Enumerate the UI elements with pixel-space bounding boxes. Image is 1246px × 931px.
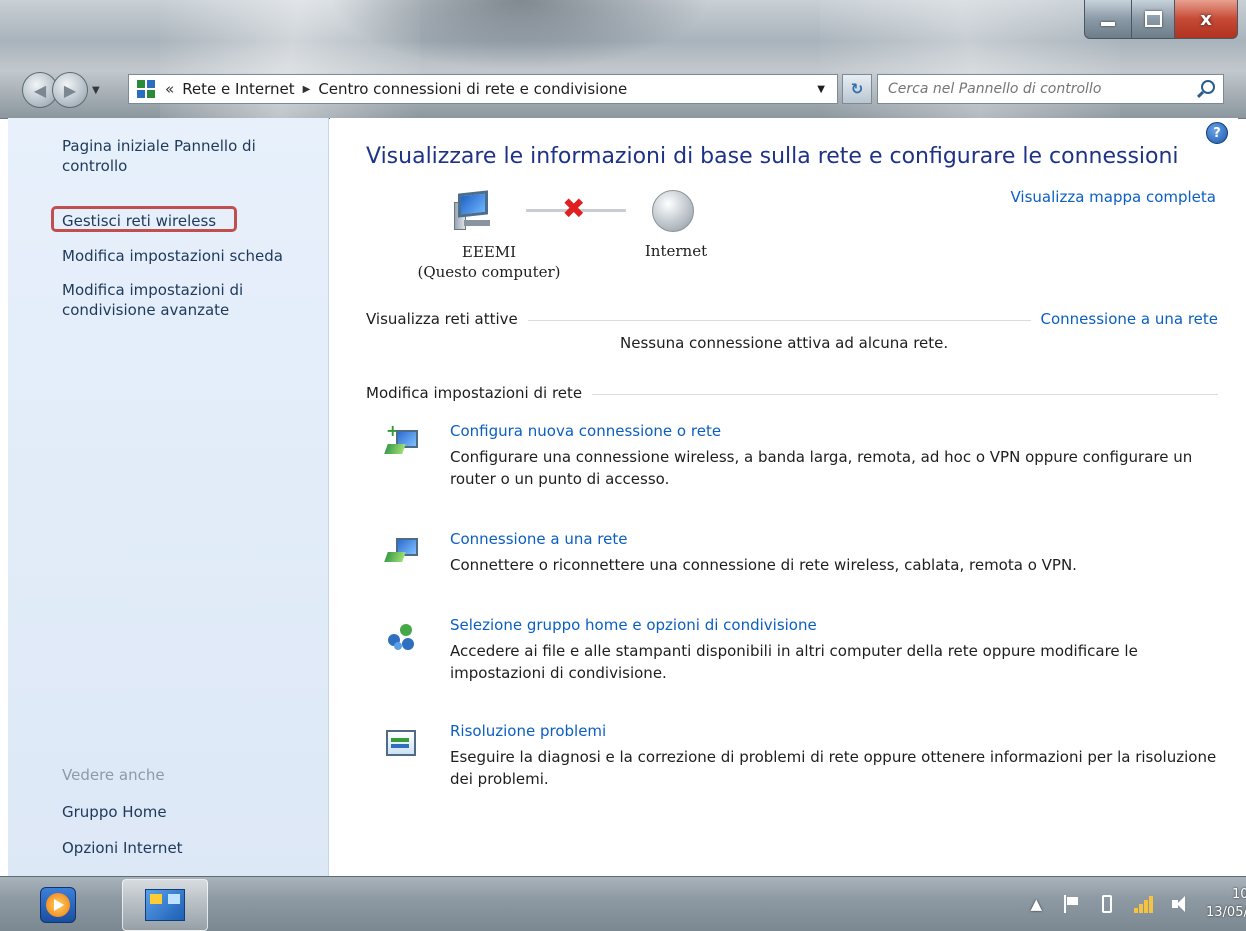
refresh-icon: ↻ <box>850 80 864 98</box>
close-icon: x <box>1200 8 1212 30</box>
control-panel-icon <box>137 80 155 98</box>
forward-button[interactable]: ▶ <box>52 72 88 108</box>
computer-icon[interactable] <box>454 190 498 234</box>
task-desc-connect-network: Connettere o riconnettere una connession… <box>450 556 1077 574</box>
maximize-icon <box>1144 11 1162 27</box>
disconnected-x-icon[interactable]: ✖ <box>562 192 585 225</box>
search-icon[interactable] <box>1201 80 1215 94</box>
taskbar-control-panel[interactable] <box>122 879 208 931</box>
maximize-button[interactable] <box>1132 0 1175 39</box>
control-panel-icon <box>145 889 185 921</box>
task-link-homegroup[interactable]: Selezione gruppo home e opzioni di condi… <box>450 616 817 634</box>
back-arrow-icon: ◀ <box>33 80 47 100</box>
troubleshoot-icon <box>384 726 418 760</box>
sidebar: Pagina iniziale Pannello di controllo Ge… <box>8 118 329 876</box>
sidebar-link-homegroup[interactable]: Gruppo Home <box>62 802 167 822</box>
active-networks-label: Visualizza reti attive <box>366 310 528 328</box>
glass-shadow <box>330 0 710 70</box>
navigation-buttons: ◀ ▶ ▼ <box>22 72 100 108</box>
breadcrumb-rete-e-internet[interactable]: Rete e Internet <box>182 80 294 98</box>
show-hidden-icons-icon[interactable]: ▲ <box>1030 895 1042 913</box>
action-center-flag-icon[interactable] <box>1064 895 1080 913</box>
breadcrumb-centro-connessioni[interactable]: Centro connessioni di rete e condivision… <box>318 80 627 98</box>
media-player-icon <box>40 887 76 923</box>
network-settings-label: Modifica impostazioni di rete <box>366 384 593 402</box>
breadcrumb-overflow[interactable]: « <box>165 80 174 98</box>
computer-name: EEEMI <box>461 243 517 261</box>
address-bar[interactable]: « Rete e Internet ▶ Centro connessioni d… <box>128 74 838 104</box>
task-desc-new-connection: Configurare una connessione wireless, a … <box>450 448 1193 488</box>
chevron-down-icon[interactable]: ▼ <box>817 84 825 95</box>
task-desc-troubleshoot: Eseguire la diagnosi e la correzione di … <box>450 748 1217 788</box>
task-new-connection: + Configura nuova connessione o rete Con… <box>384 422 1224 492</box>
see-also-heading: Vedere anche <box>62 766 165 784</box>
breadcrumb-arrow-icon[interactable]: ▶ <box>303 84 311 95</box>
window-titlebar: x ◀ ▶ ▼ « Rete e Internet ▶ Centro conne… <box>0 0 1246 119</box>
computer-label: EEEMI (Questo computer) <box>414 242 564 282</box>
search-box <box>877 74 1224 104</box>
close-button[interactable]: x <box>1175 0 1238 39</box>
task-connect-network: Connessione a una rete Connettere o rico… <box>384 530 1224 580</box>
volume-icon[interactable] <box>1172 896 1188 912</box>
task-desc-homegroup: Accedere ai file e alle stampanti dispon… <box>450 642 1138 682</box>
internet-globe-icon[interactable] <box>652 190 694 232</box>
active-networks-header: Visualizza reti attive Connessione a una… <box>366 310 1218 332</box>
forward-arrow-icon: ▶ <box>63 80 77 100</box>
battery-icon[interactable] <box>1102 895 1112 913</box>
system-tray: ▲ 10: 13/05/ <box>1030 877 1246 931</box>
main-content: ? Visualizzare le informazioni di base s… <box>330 118 1238 876</box>
taskbar: ▲ 10: 13/05/ <box>0 876 1246 931</box>
network-settings-header: Modifica impostazioni di rete <box>366 384 1218 406</box>
task-link-new-connection[interactable]: Configura nuova connessione o rete <box>450 422 721 440</box>
sidebar-link-home[interactable]: Pagina iniziale Pannello di controllo <box>62 136 292 176</box>
recent-pages-dropdown-icon[interactable]: ▼ <box>92 85 100 96</box>
no-active-connection-message: Nessuna connessione attiva ad alcuna ret… <box>620 334 949 352</box>
task-link-troubleshoot[interactable]: Risoluzione problemi <box>450 722 606 740</box>
new-connection-icon: + <box>384 423 418 460</box>
homegroup-icon <box>384 620 418 654</box>
refresh-button[interactable]: ↻ <box>842 74 872 104</box>
full-map-link[interactable]: Visualizza mappa completa <box>1011 188 1217 206</box>
task-link-connect-network[interactable]: Connessione a una rete <box>450 530 627 548</box>
page-title: Visualizzare le informazioni di base sul… <box>366 144 1179 169</box>
clock[interactable]: 10: 13/05/ <box>1206 886 1246 922</box>
window-controls: x <box>1084 0 1238 39</box>
minimize-button[interactable] <box>1084 0 1132 39</box>
network-signal-icon[interactable] <box>1134 895 1154 913</box>
sidebar-link-adapter-settings[interactable]: Modifica impostazioni scheda <box>62 246 283 266</box>
taskbar-media-player[interactable] <box>30 879 90 929</box>
connect-network-icon <box>384 534 418 568</box>
sidebar-link-manage-wireless[interactable]: Gestisci reti wireless <box>62 211 216 231</box>
sidebar-link-internet-options[interactable]: Opzioni Internet <box>62 838 183 858</box>
clock-date: 13/05/ <box>1206 905 1246 920</box>
help-icon[interactable]: ? <box>1206 122 1228 144</box>
internet-label: Internet <box>644 242 708 260</box>
search-input[interactable] <box>886 80 1190 98</box>
minimize-icon <box>1101 22 1115 26</box>
sidebar-link-advanced-sharing[interactable]: Modifica impostazioni di condivisione av… <box>62 280 292 320</box>
task-homegroup: Selezione gruppo home e opzioni di condi… <box>384 616 1224 686</box>
computer-subtitle: (Questo computer) <box>417 263 561 281</box>
clock-time: 10: <box>1232 887 1246 902</box>
task-troubleshoot: Risoluzione problemi Eseguire la diagnos… <box>384 722 1224 792</box>
connect-network-link[interactable]: Connessione a una rete <box>1030 310 1218 328</box>
